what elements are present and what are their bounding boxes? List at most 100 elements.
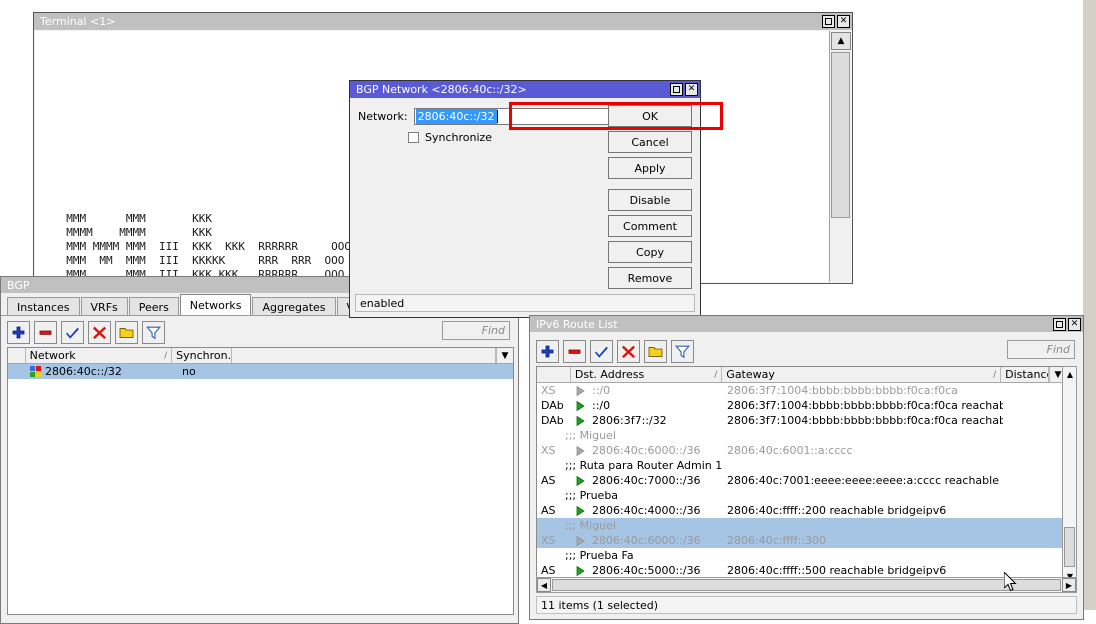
ipv6-column-label: Distance — [1005, 368, 1049, 381]
scroll-up-icon[interactable]: ▲ — [1063, 367, 1077, 381]
enable-button[interactable] — [61, 321, 84, 344]
ok-button[interactable]: OK — [608, 105, 692, 127]
tab-label: VRFs — [91, 301, 118, 314]
synchronize-row[interactable]: Synchronize — [408, 131, 492, 144]
ipv6-hscroll-thumb[interactable] — [552, 579, 1061, 591]
comment-icon — [119, 325, 134, 340]
bgp-window[interactable]: BGP InstancesVRFsPeersNetworksAggregates… — [0, 276, 519, 624]
table-row[interactable]: DAb::/02806:3f7:1004:bbbb:bbbb:bbbb:f0ca… — [537, 398, 1066, 413]
dialog-close-button[interactable]: ✕ — [685, 83, 698, 96]
comment-row[interactable]: ;;; Ruta para Router Admin 1 — [537, 458, 1066, 473]
ipv6-route-list-window[interactable]: IPv6 Route List ✕ Find Dst. Address/Gate… — [529, 315, 1084, 620]
add-button[interactable] — [536, 340, 559, 363]
table-row[interactable]: AS2806:40c:4000::/362806:40c:ffff::200 r… — [537, 503, 1066, 518]
terminal-scroll-thumb[interactable] — [831, 52, 850, 218]
tab-networks[interactable]: Networks — [180, 294, 252, 316]
dst-address-value: ::/0 — [592, 399, 610, 412]
comment-button[interactable] — [115, 321, 138, 344]
dialog-titlebar[interactable]: BGP Network <2806:40c::/32> ✕ — [350, 81, 700, 98]
tab-vrfs[interactable]: VRFs — [81, 297, 128, 316]
add-button[interactable] — [7, 321, 30, 344]
bgp-column-header[interactable]: Synchron... — [172, 348, 232, 363]
remove-button[interactable]: Remove — [608, 267, 692, 289]
ipv6-table-header[interactable]: Dst. Address/Gateway/Distance▼ — [537, 367, 1066, 383]
ipv6-column-header[interactable]: Dst. Address/ — [571, 367, 722, 382]
table-row[interactable]: DAb2806:3f7::/322806:3f7:1004:bbbb:bbbb:… — [537, 413, 1066, 428]
filter-button[interactable] — [142, 321, 165, 344]
table-row[interactable]: AS2806:40c:7000::/362806:40c:7001:eeee:e… — [537, 473, 1066, 488]
dialog-maximize-button[interactable] — [670, 83, 683, 96]
table-row[interactable]: AS2806:40c:5000::/362806:40c:ffff::500 r… — [537, 563, 1066, 578]
terminal-maximize-button[interactable] — [822, 15, 835, 28]
dst-address-cell: 2806:40c:4000::/36 — [571, 504, 723, 517]
tab-peers[interactable]: Peers — [129, 297, 179, 316]
route-active-arrow-icon — [575, 506, 586, 516]
bgp-column-header[interactable]: Network/ — [26, 348, 173, 363]
network-cell: 2806:40c::/32 — [26, 365, 178, 378]
comment-row[interactable]: ;;; Prueba — [537, 488, 1066, 503]
copy-button[interactable]: Copy — [608, 241, 692, 263]
ipv6-titlebar[interactable]: IPv6 Route List ✕ — [530, 316, 1083, 332]
table-row[interactable]: XS2806:40c:6000::/362806:40c:ffff::300 — [537, 533, 1066, 548]
ipv6-column-header[interactable]: Gateway/ — [722, 367, 1001, 382]
ipv6-column-header[interactable] — [537, 367, 571, 382]
ipv6-maximize-button[interactable] — [1053, 318, 1066, 331]
chevron-down-icon: ▼ — [502, 351, 509, 361]
bgp-toolbar[interactable] — [7, 319, 165, 345]
cancel-button[interactable]: Cancel — [608, 131, 692, 153]
ipv6-horizontal-scrollbar[interactable]: ◀ ▶ — [536, 577, 1077, 593]
gateway-cell: 2806:40c:7001:eeee:eeee:eeee:a:cccc reac… — [723, 474, 1003, 487]
ipv6-close-button[interactable]: ✕ — [1068, 318, 1081, 331]
enable-button[interactable] — [590, 340, 613, 363]
ipv6-toolbar[interactable] — [536, 338, 694, 364]
ipv6-table-body[interactable]: XS::/02806:3f7:1004:bbbb:bbbb:bbbb:f0ca:… — [537, 383, 1066, 584]
ipv6-routes-table[interactable]: Dst. Address/Gateway/Distance▼ XS::/0280… — [536, 366, 1067, 584]
table-row[interactable]: XS::/02806:3f7:1004:bbbb:bbbb:bbbb:f0ca:… — [537, 383, 1066, 398]
ipv6-vertical-scrollbar[interactable]: ▲ ▼ — [1062, 366, 1077, 584]
comment-row[interactable]: ;;; Miguel — [537, 428, 1066, 443]
button-label: OK — [642, 110, 658, 123]
bgp-column-menu-button[interactable]: ▼ — [496, 348, 513, 363]
bgp-column-header[interactable] — [232, 348, 496, 363]
terminal-titlebar[interactable]: Terminal <1> ✕ — [34, 13, 852, 30]
route-flags: DAb — [537, 399, 571, 412]
ipv6-column-header[interactable]: Distance — [1001, 367, 1049, 382]
remove-button[interactable] — [563, 340, 586, 363]
scroll-up-icon[interactable]: ▲ — [831, 32, 851, 50]
apply-button[interactable]: Apply — [608, 157, 692, 179]
ipv6-find-input[interactable]: Find — [1007, 340, 1075, 359]
comment-row[interactable]: ;;; Prueba Fa — [537, 548, 1066, 563]
bgp-networks-table[interactable]: Network/Synchron... ▼ 2806:40c::/32no — [7, 347, 514, 615]
dst-address-cell: 2806:40c:6000::/36 — [571, 534, 723, 547]
remove-button[interactable] — [34, 321, 57, 344]
bgp-network-dialog[interactable]: BGP Network <2806:40c::/32> ✕ Network: 2… — [349, 80, 701, 318]
dialog-body: Network: 2806:40c::/32 Synchronize OKCan… — [350, 99, 700, 317]
bgp-find-input[interactable]: Find — [442, 321, 510, 340]
route-flags: DAb — [537, 414, 571, 427]
comment-button[interactable]: Comment — [608, 215, 692, 237]
disable-button[interactable]: Disable — [608, 189, 692, 211]
sort-indicator-icon: / — [993, 370, 996, 380]
ipv6-scroll-thumb[interactable] — [1064, 527, 1075, 567]
scroll-left-icon[interactable]: ◀ — [537, 578, 551, 592]
comment-button[interactable] — [644, 340, 667, 363]
route-flags: XS — [537, 534, 571, 547]
sort-indicator-icon: / — [164, 351, 167, 361]
network-input[interactable]: 2806:40c::/32 — [414, 108, 612, 125]
filter-button[interactable] — [671, 340, 694, 363]
scroll-right-icon[interactable]: ▶ — [1062, 578, 1076, 592]
disable-button[interactable] — [617, 340, 640, 363]
tab-aggregates[interactable]: Aggregates — [252, 297, 335, 316]
synchronize-checkbox[interactable] — [408, 132, 419, 143]
bgp-table-header[interactable]: Network/Synchron... ▼ — [8, 348, 513, 364]
terminal-vertical-scrollbar[interactable]: ▲ — [829, 31, 851, 282]
comment-row[interactable]: ;;; Miguel — [537, 518, 1066, 533]
network-value: 2806:40c::/32 — [45, 365, 122, 378]
table-row[interactable]: XS2806:40c:6000::/362806:40c:6001::a:ccc… — [537, 443, 1066, 458]
terminal-close-button[interactable]: ✕ — [837, 15, 850, 28]
tab-instances[interactable]: Instances — [7, 297, 80, 316]
table-row[interactable]: 2806:40c::/32no — [8, 364, 513, 379]
disable-button[interactable] — [88, 321, 111, 344]
bgp-table-body[interactable]: 2806:40c::/32no — [8, 364, 513, 379]
dialog-button-column[interactable]: OK Cancel Apply Disable Comment Copy Remove — [608, 105, 692, 293]
